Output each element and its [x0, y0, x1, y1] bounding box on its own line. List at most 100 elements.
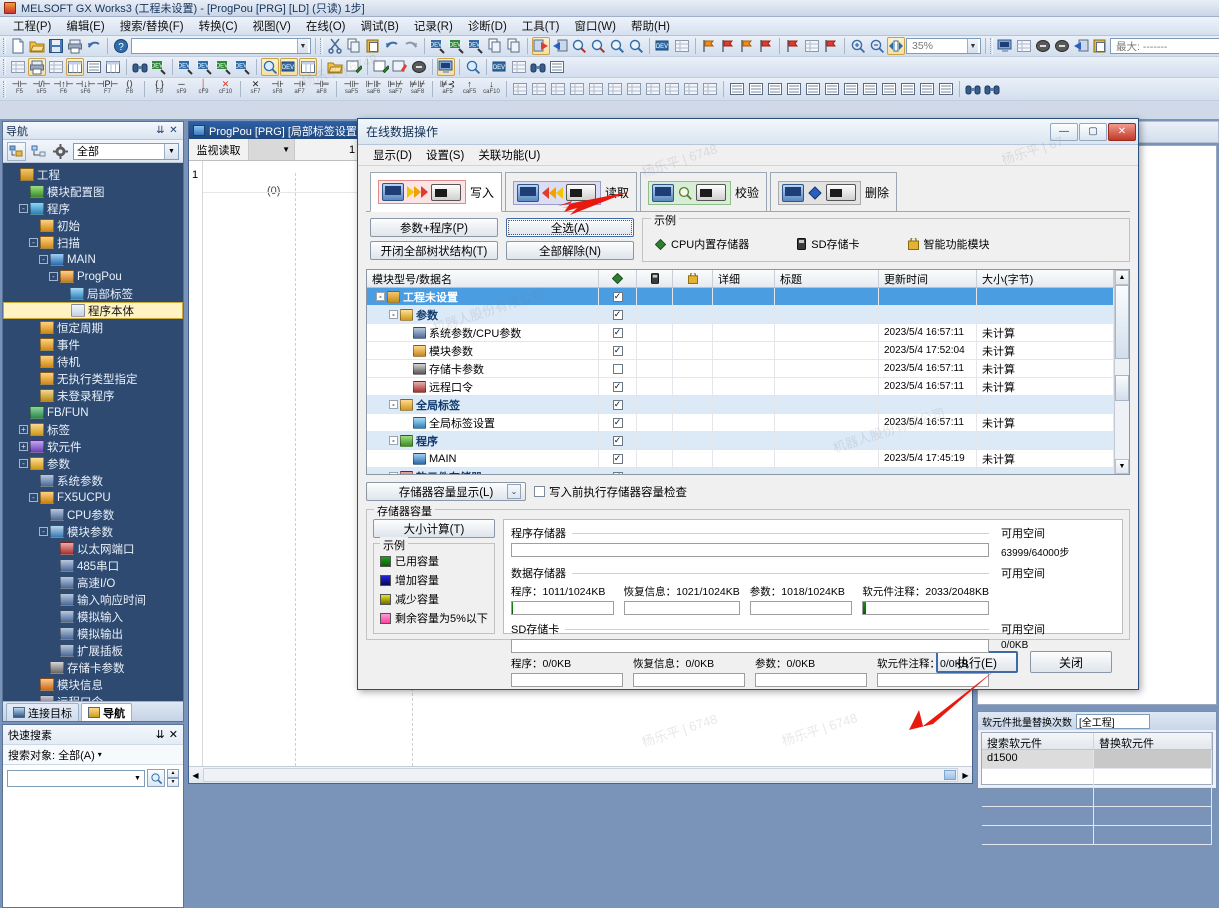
cell-detail[interactable] [713, 324, 775, 341]
tree-twisty-icon[interactable]: + [19, 425, 28, 434]
cell-detail[interactable] [713, 360, 775, 377]
device-find-icon[interactable]: DEV [177, 58, 195, 76]
quick-search-input[interactable]: ▼ [7, 770, 145, 787]
nav-tree-item-4[interactable]: -扫描 [3, 234, 183, 251]
zoom-fit-icon[interactable] [887, 37, 905, 55]
checkbox-icon[interactable]: ✓ [613, 472, 623, 475]
nav-tree-item-12[interactable]: 无执行类型指定 [3, 370, 183, 387]
page-setup-icon[interactable] [47, 58, 65, 76]
tree-twisty-icon[interactable]: - [29, 238, 38, 247]
find-prev-icon[interactable] [589, 37, 607, 55]
close-icon[interactable]: ✕ [167, 124, 180, 137]
expand-tree-icon[interactable] [29, 142, 48, 161]
tab-write[interactable]: 写入 [370, 172, 502, 212]
table-row[interactable]: -全局标签✓ [367, 396, 1114, 414]
nav-tree-item-11[interactable]: 待机 [3, 353, 183, 370]
cell-title[interactable] [775, 396, 879, 413]
col-module-data-name[interactable]: 模块型号/数据名 [367, 270, 599, 287]
cell-title[interactable] [775, 324, 879, 341]
write-plc-icon[interactable] [532, 37, 550, 55]
new-file-icon[interactable] [9, 37, 27, 55]
open-ladder-icon[interactable] [511, 80, 529, 98]
nav-tree-item-24[interactable]: 高速I/O [3, 574, 183, 591]
simulate-bino-icon[interactable] [529, 58, 547, 76]
nav-panel-tab-navigation[interactable]: 导航 [81, 703, 132, 721]
cell-checkbox[interactable]: ✓ [599, 450, 637, 467]
bookmark-icon[interactable] [700, 37, 718, 55]
cell-detail[interactable] [713, 432, 775, 449]
zoom-out-icon[interactable] [868, 37, 886, 55]
checkbox-icon[interactable]: ✓ [613, 454, 623, 464]
bino-find-icon[interactable] [964, 80, 982, 98]
table-row[interactable]: 模块参数✓2023/5/4 17:52:04未计算 [367, 342, 1114, 360]
cell-checkbox[interactable]: ✓ [599, 342, 637, 359]
pin-icon[interactable]: ⇊ [154, 124, 167, 137]
device-table[interactable]: 搜索软元件 替换软元件 d1500 [981, 732, 1213, 785]
cell-checkbox[interactable]: ✓ [599, 306, 637, 323]
nav-tree-item-25[interactable]: 输入响应时间 [3, 591, 183, 608]
nav-tree-item-1[interactable]: 模块配置图 [3, 183, 183, 200]
col-intelligent-module-icon[interactable] [673, 270, 713, 287]
monitor-mode-icon[interactable] [996, 37, 1014, 55]
list-view-icon[interactable] [85, 58, 103, 76]
tree-twisty-icon[interactable]: - [39, 527, 48, 536]
nav-tree-item-8[interactable]: 程序本体 [3, 302, 183, 319]
outdent-icon[interactable] [701, 80, 719, 98]
table-row[interactable]: -程序✓ [367, 432, 1114, 450]
disabled-icon[interactable] [410, 58, 428, 76]
checkbox-icon[interactable]: ✓ [613, 400, 623, 410]
checkbox-icon[interactable] [613, 364, 623, 374]
checkbox-icon[interactable]: ✓ [613, 382, 623, 392]
nav-tree-item-18[interactable]: 系统参数 [3, 472, 183, 489]
nav-tree-item-9[interactable]: 恒定周期 [3, 319, 183, 336]
device-list-icon[interactable]: DEV [280, 58, 298, 76]
chevron-down-icon[interactable]: ▼ [967, 39, 978, 53]
cell-name[interactable]: MAIN [367, 450, 599, 467]
menu-item-debug[interactable]: 调试(B) [354, 16, 406, 36]
nav-tree-item-16[interactable]: +软元件 [3, 438, 183, 455]
cell-name[interactable]: 全局标签设置 [367, 414, 599, 431]
paste-icon[interactable] [364, 37, 382, 55]
ladder-tool-af7[interactable]: ⊣⊧aF7 [289, 79, 310, 100]
table-row[interactable]: 存储卡参数2023/5/4 16:57:11未计算 [367, 360, 1114, 378]
device-search-cell[interactable] [982, 769, 1094, 787]
watch-icon[interactable] [464, 58, 482, 76]
vscroll-thumb[interactable] [1115, 285, 1129, 359]
checkbox-icon[interactable]: ✓ [613, 346, 623, 356]
list-align2-icon[interactable] [899, 80, 917, 98]
step-icon[interactable] [1072, 37, 1090, 55]
simulate-stop-icon[interactable] [510, 58, 528, 76]
tree-twisty-icon[interactable]: - [39, 255, 48, 264]
menu-item-convert[interactable]: 转换(C) [192, 16, 245, 36]
maximize-icon[interactable]: ▢ [1079, 123, 1107, 141]
scroll-up-icon[interactable]: ▲ [1115, 270, 1129, 285]
hscroll-track[interactable] [203, 768, 958, 782]
compile-icon[interactable] [784, 37, 802, 55]
device-batch-icon[interactable]: DEV [196, 58, 214, 76]
device-batch3-icon[interactable]: DEV [234, 58, 252, 76]
cell-title[interactable] [775, 468, 879, 474]
nav-tree-item-26[interactable]: 模拟输入 [3, 608, 183, 625]
ladder-tool-f5[interactable]: ⊣⊢F5 [9, 79, 30, 100]
module-config-icon[interactable] [66, 58, 84, 76]
device-search-cell[interactable]: d1500 [982, 750, 1094, 768]
tree-twisty-icon[interactable]: - [376, 292, 385, 301]
device-table-row[interactable]: d1500 [982, 750, 1212, 769]
cell-checkbox[interactable]: ✓ [599, 468, 637, 474]
nav-tree-item-28[interactable]: 扩展插板 [3, 642, 183, 659]
chevron-down-icon[interactable]: ▼ [164, 144, 178, 159]
table-row[interactable]: -软元件存储器✓ [367, 468, 1114, 474]
pin-icon[interactable]: ⇊ [152, 728, 169, 741]
nav-tree-item-17[interactable]: -参数 [3, 455, 183, 472]
copy-icon[interactable] [345, 37, 363, 55]
device-search-cell[interactable] [982, 807, 1094, 825]
ladder-tool-sf9[interactable]: ─sF9 [171, 79, 192, 100]
cell-detail[interactable] [713, 396, 775, 413]
nav-tree-item-3[interactable]: 初始 [3, 217, 183, 234]
nav-tree-item-27[interactable]: 模拟输出 [3, 625, 183, 642]
col-update-time[interactable]: 更新时间 [879, 270, 977, 287]
find-device-blue-icon[interactable]: DEV [467, 37, 485, 55]
clipboard-icon[interactable] [1091, 37, 1109, 55]
checkbox-icon[interactable] [534, 486, 545, 497]
cell-detail[interactable] [713, 414, 775, 431]
